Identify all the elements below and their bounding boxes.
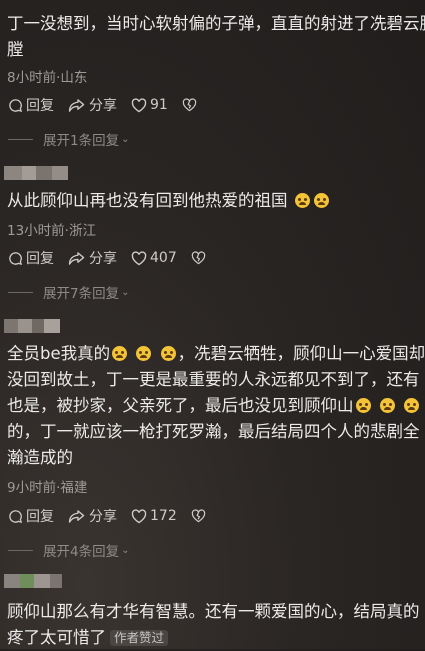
expand-replies-button[interactable]: 展开1条回复 ⌄ (8, 129, 129, 149)
reply-icon (9, 98, 23, 112)
comment-meta: 8小时前·山东 (7, 70, 88, 86)
divider (8, 138, 33, 140)
broken-heart-icon (191, 251, 205, 265)
author-liked-badge: 作者赞过 (110, 630, 169, 646)
expand-replies-button[interactable]: 展开7条回复 ⌄ (8, 282, 129, 302)
expand-replies-button[interactable]: 展开4条回复 ⌄ (8, 540, 129, 560)
crying-emoji-icon (313, 193, 329, 208)
share-icon (68, 98, 85, 112)
comment-text: 顾仰山那么有才华有智慧。还有一颗爱国的心，结局真的 疼了太可惜了 作者赞过 (7, 602, 420, 647)
share-icon (68, 251, 85, 265)
crying-emoji-icon (404, 398, 419, 413)
reply-icon (9, 251, 23, 265)
crying-emoji-icon (112, 346, 128, 361)
crying-emoji-icon (136, 346, 152, 361)
crying-emoji-icon (379, 398, 395, 413)
comment-text: 全员be我真的 ，冼碧云牺牲，顾仰山一心爱国却 没回到故土，丁一更是最重要的人永… (7, 344, 425, 467)
chevron-down-icon: ⌄ (121, 544, 130, 556)
broken-heart-icon (182, 98, 197, 112)
like-button[interactable]: 172 (131, 508, 177, 524)
reply-button[interactable]: 回复 (8, 95, 54, 115)
comment-text: 从此顾仰山再也没有回到他热爱的祖国 (7, 188, 425, 214)
dislike-button[interactable] (182, 98, 200, 112)
like-button[interactable]: 407 (131, 250, 177, 266)
divider (8, 291, 33, 293)
username-blurred (4, 319, 60, 333)
dislike-button[interactable] (191, 251, 209, 265)
reply-button[interactable]: 回复 (8, 506, 54, 526)
comment-meta: 9小时前·福建 (7, 480, 88, 496)
chevron-down-icon: ⌄ (121, 133, 130, 145)
comment-actions: 回复 分享 407 (8, 248, 223, 268)
dislike-button[interactable] (191, 509, 209, 523)
chevron-down-icon: ⌄ (121, 286, 130, 298)
reply-button[interactable]: 回复 (8, 248, 54, 268)
broken-heart-icon (191, 509, 205, 523)
divider (8, 549, 33, 551)
heart-icon (131, 250, 147, 265)
share-button[interactable]: 分享 (68, 95, 117, 115)
username-blurred (4, 166, 68, 180)
reply-icon (9, 509, 23, 523)
share-icon (68, 509, 85, 523)
share-button[interactable]: 分享 (68, 506, 117, 526)
crying-emoji-icon (355, 398, 371, 413)
comment-text: 丁一没想到，当时心软射偏的子弹，直直的射进了冼碧云胸 膛 (7, 14, 425, 59)
like-button[interactable]: 91 (131, 97, 168, 113)
username-blurred (4, 574, 62, 588)
crying-emoji-icon (160, 346, 176, 361)
comment-meta: 13小时前·浙江 (7, 223, 96, 239)
comment-actions: 回复 分享 172 (8, 506, 223, 526)
crying-emoji-icon (294, 193, 310, 208)
share-button[interactable]: 分享 (68, 248, 117, 268)
heart-icon (131, 508, 147, 523)
comment-actions: 回复 分享 91 (8, 95, 214, 115)
heart-icon (131, 97, 147, 112)
